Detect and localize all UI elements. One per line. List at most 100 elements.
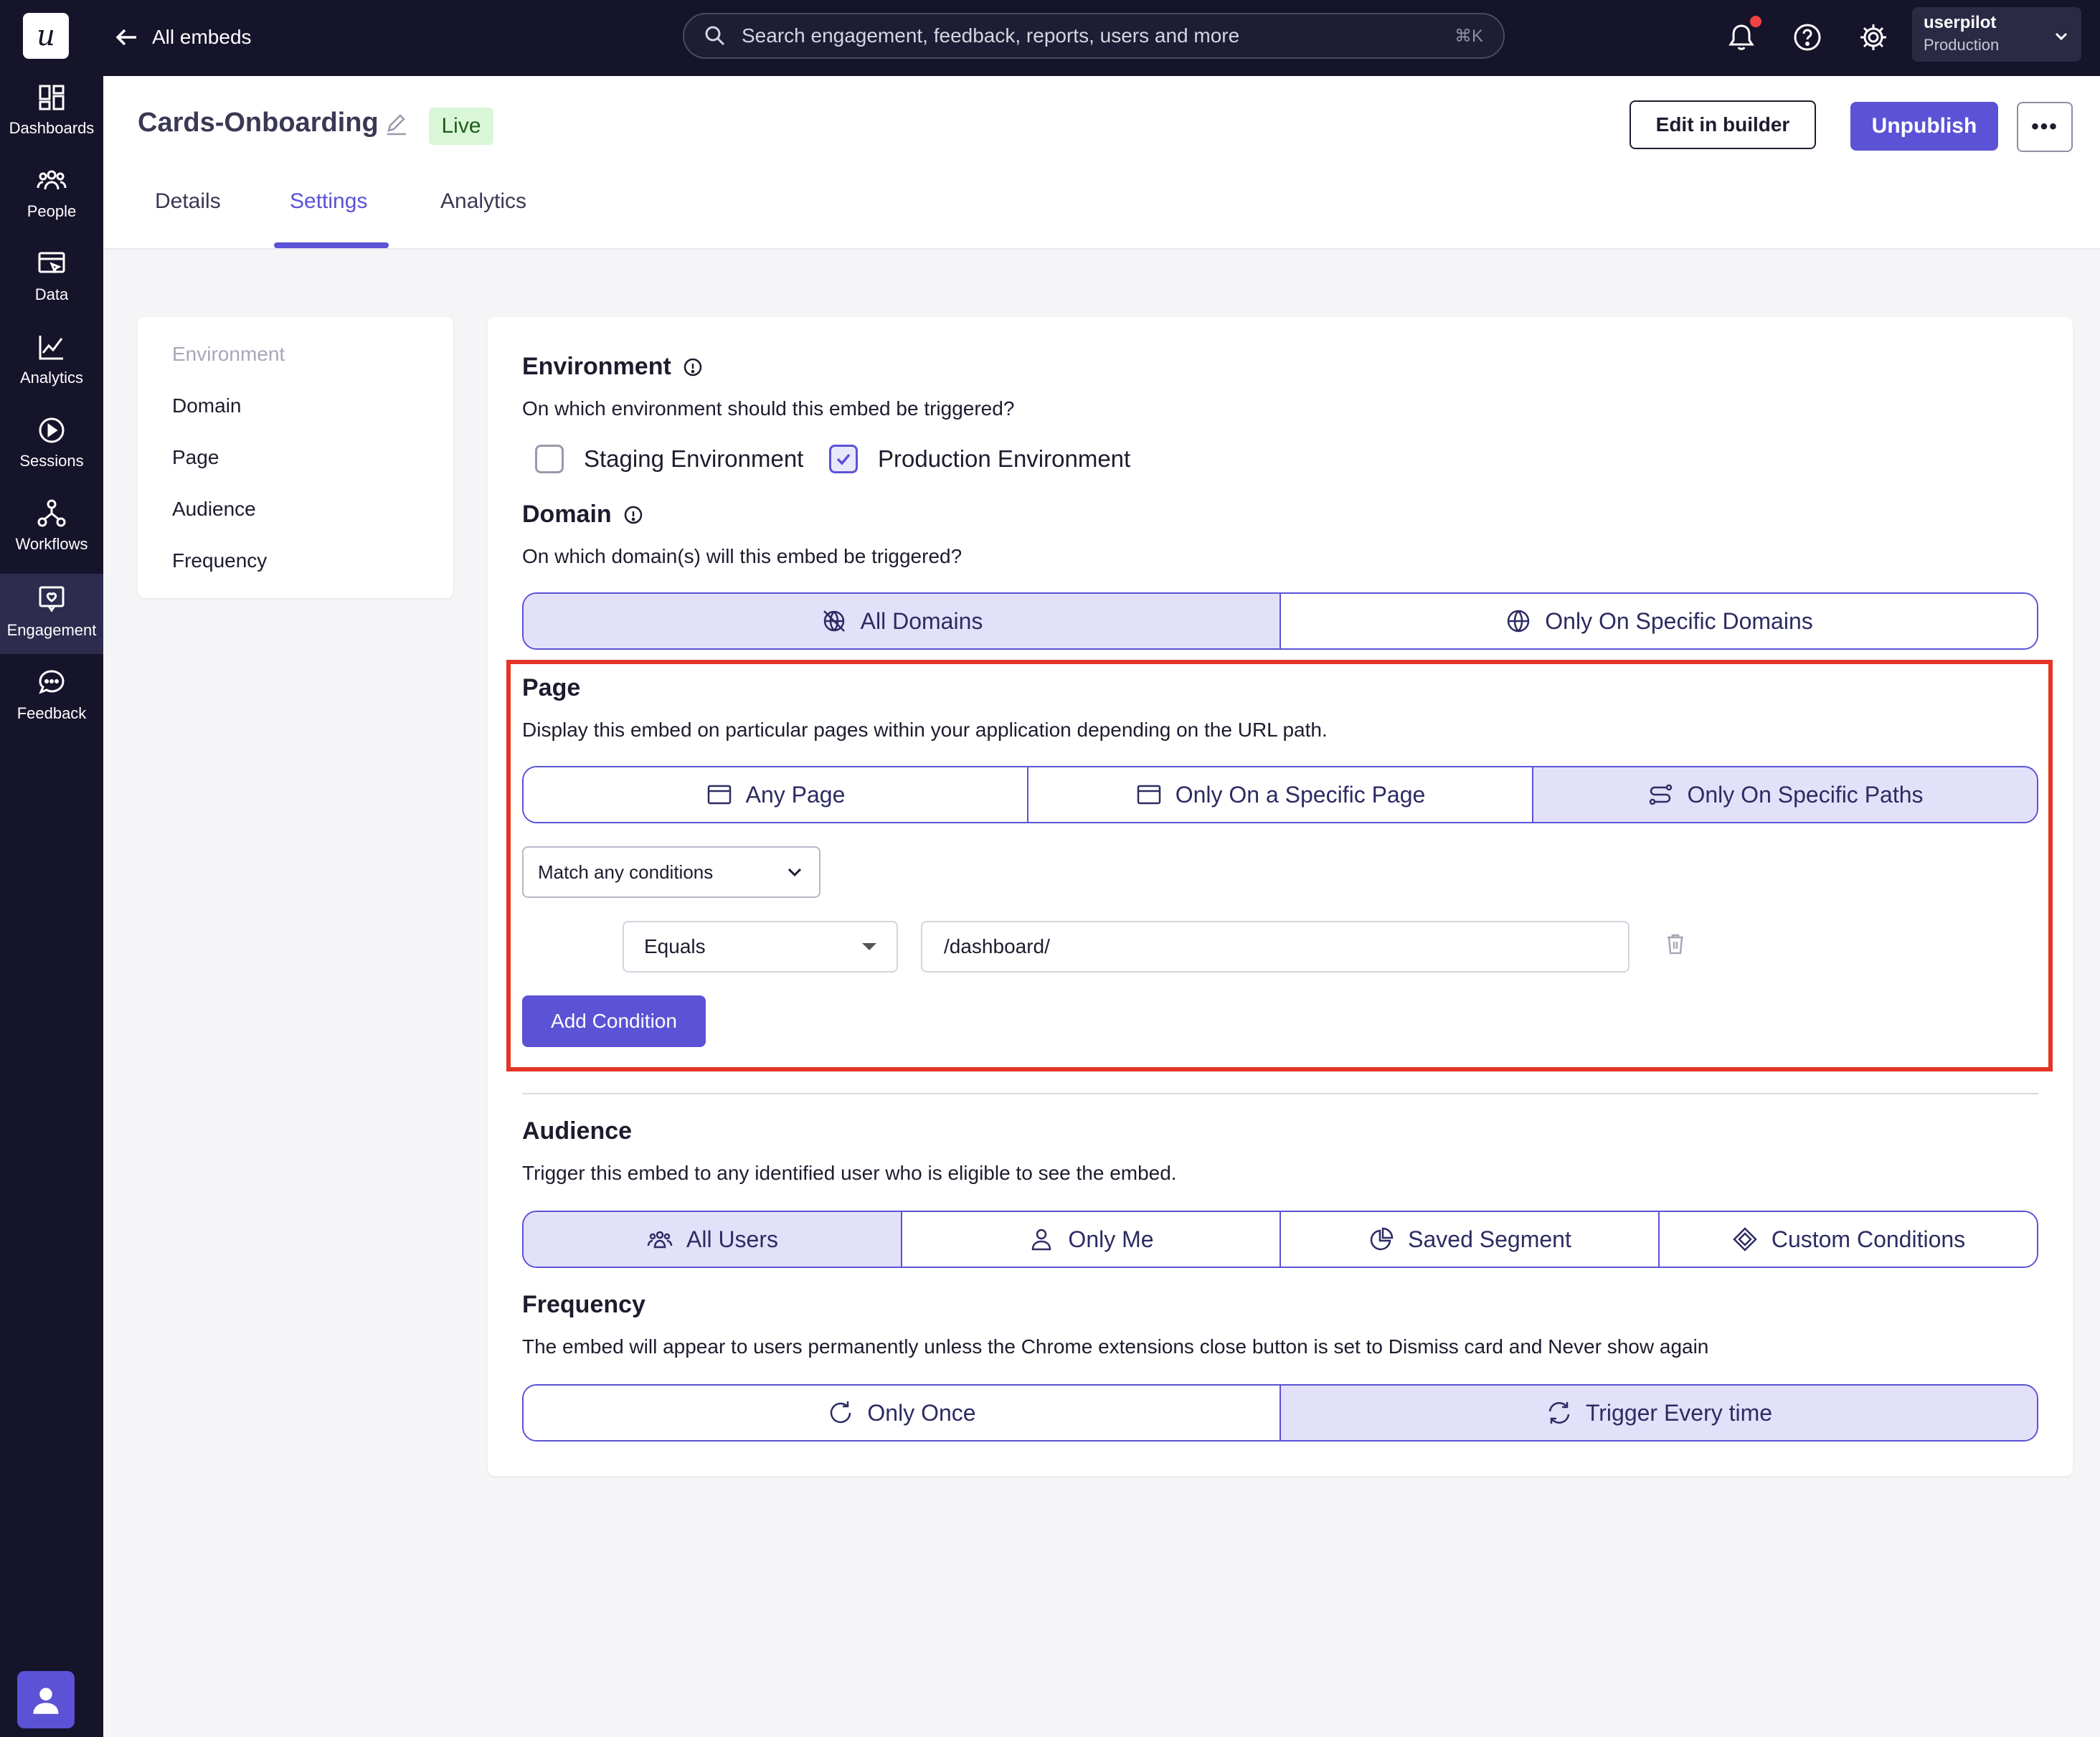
user-icon (33, 1688, 59, 1714)
option-all-domains[interactable]: All Domains (524, 594, 1280, 648)
users-group-icon (647, 1231, 673, 1249)
rail-item-dashboards[interactable]: Dashboards (0, 72, 103, 152)
unpublish-button[interactable]: Unpublish (1850, 102, 1998, 151)
section-link-page[interactable]: Page (172, 446, 219, 469)
option-label: Custom Conditions (1771, 1226, 1966, 1252)
help-icon (1794, 24, 1821, 51)
data-icon (38, 252, 65, 274)
user-avatar[interactable] (17, 1671, 75, 1728)
rail-item-engagement[interactable]: Engagement (0, 574, 103, 654)
rail-item-label: Data (34, 285, 69, 303)
rail-item-feedback[interactable]: Feedback (0, 657, 103, 737)
people-icon (37, 170, 67, 190)
route-icon (1650, 784, 1673, 805)
option-label: All Users (686, 1226, 778, 1252)
globe-off-icon (823, 610, 845, 632)
page-selector: Any Page Only On a Specific Page Only On… (522, 766, 2038, 823)
option-label: Trigger Every time (1585, 1399, 1773, 1426)
option-any-page[interactable]: Any Page (524, 767, 1027, 822)
option-specific-domains[interactable]: Only On Specific Domains (1280, 594, 2037, 648)
play-icon (39, 417, 65, 443)
delete-condition-button[interactable] (1662, 931, 1693, 961)
rail-item-sessions[interactable]: Sessions (0, 404, 103, 485)
audience-title: Audience (522, 1117, 633, 1145)
section-link-domain[interactable]: Domain (172, 394, 241, 417)
add-condition-button[interactable]: Add Condition (522, 995, 706, 1047)
chat-icon (39, 670, 65, 694)
audience-description: Trigger this embed to any identified use… (522, 1162, 1177, 1184)
production-environment-checkbox[interactable]: Production Environment (829, 445, 1130, 473)
page-heading: Page (522, 674, 580, 702)
edit-in-builder-button[interactable]: Edit in builder (1630, 100, 1816, 149)
info-icon[interactable] (683, 357, 703, 377)
info-icon[interactable] (623, 505, 643, 525)
option-only-once[interactable]: Only Once (524, 1386, 1280, 1440)
option-label: All Domains (860, 607, 983, 634)
browser-window-icon (1137, 785, 1160, 805)
tab-details[interactable]: Details (155, 189, 221, 214)
option-only-me[interactable]: Only Me (901, 1212, 1280, 1267)
help-button[interactable] (1787, 17, 1827, 57)
option-custom-conditions[interactable]: Custom Conditions (1658, 1212, 2037, 1267)
option-trigger-every-time[interactable]: Trigger Every time (1280, 1386, 2037, 1440)
status-badge: Live (429, 108, 493, 145)
rail-item-data[interactable]: Data (0, 238, 103, 318)
edit-title-button[interactable] (384, 112, 410, 138)
audience-heading: Audience (522, 1117, 632, 1145)
rail-item-label: Dashboards (9, 119, 95, 137)
search-shortcut: ⌘K (1454, 26, 1483, 46)
search-input[interactable] (740, 24, 1455, 48)
rail-item-analytics[interactable]: Analytics (0, 321, 103, 402)
section-link-frequency[interactable]: Frequency (172, 549, 267, 572)
engagement-icon (39, 586, 65, 612)
page-title: Cards-Onboarding (138, 108, 379, 138)
settings-button[interactable] (1853, 17, 1893, 57)
environment-title: Environment (522, 353, 671, 380)
condition-operator-select[interactable]: Equals (623, 921, 898, 972)
userpilot-logo[interactable]: u (23, 13, 69, 59)
staging-environment-checkbox[interactable]: Staging Environment (535, 445, 803, 473)
rail-item-workflows[interactable]: Workflows (0, 488, 103, 568)
caret-down-icon (862, 943, 876, 950)
option-specific-page[interactable]: Only On a Specific Page (1027, 767, 1532, 822)
bell-icon (1728, 24, 1754, 50)
option-label: Only Me (1068, 1226, 1154, 1252)
account-switcher[interactable]: userpilot Production (1912, 7, 2081, 62)
back-to-all-embeds[interactable]: All embeds (115, 20, 252, 55)
frequency-selector: Only Once Trigger Every time (522, 1384, 2038, 1442)
global-search[interactable]: ⌘K (683, 13, 1505, 59)
audience-selector: All Users Only Me Saved Segment Custom C… (522, 1211, 2038, 1268)
option-specific-paths[interactable]: Only On Specific Paths (1532, 767, 2037, 822)
page-description: Display this embed on particular pages w… (522, 719, 1328, 741)
domain-description: On which domain(s) will this embed be tr… (522, 545, 962, 567)
chevron-down-icon (2055, 32, 2068, 41)
option-label: Only On Specific Paths (1687, 781, 1924, 808)
tab-analytics[interactable]: Analytics (440, 189, 526, 214)
option-label: Only On Specific Domains (1545, 607, 1813, 634)
back-label: All embeds (152, 26, 252, 48)
globe-icon (1508, 610, 1530, 633)
checkbox-label: Production Environment (878, 445, 1131, 472)
section-link-environment[interactable]: Environment (172, 343, 285, 366)
checkbox-box[interactable] (535, 445, 564, 473)
sync-icon (1548, 1401, 1570, 1424)
more-options-button[interactable]: ••• (2017, 102, 2073, 152)
operator-label: Equals (644, 935, 706, 957)
dashboard-icon (39, 85, 65, 110)
checkbox-box[interactable] (829, 445, 858, 473)
account-name: userpilot (1924, 13, 1997, 32)
match-conditions-dropdown[interactable]: Match any conditions (522, 846, 820, 898)
section-link-audience[interactable]: Audience (172, 498, 256, 521)
rail-item-label: People (27, 202, 77, 220)
page-title-section: Page (522, 674, 581, 701)
rail-item-label: Feedback (16, 704, 87, 722)
environment-heading: Environment (522, 353, 703, 381)
option-saved-segment[interactable]: Saved Segment (1280, 1212, 1658, 1267)
tab-settings[interactable]: Settings (290, 189, 367, 214)
pencil-icon (387, 114, 406, 136)
rail-item-people[interactable]: People (0, 155, 103, 235)
option-label: Only Once (867, 1399, 976, 1426)
option-all-users[interactable]: All Users (524, 1212, 901, 1267)
chevron-down-icon (788, 868, 802, 877)
condition-path-input[interactable] (921, 921, 1630, 972)
